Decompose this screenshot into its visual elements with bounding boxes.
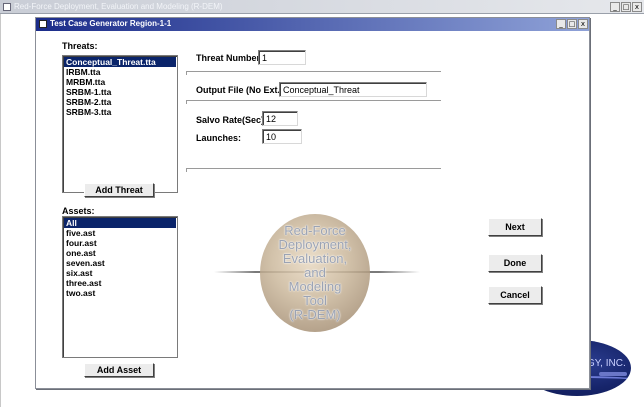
test-case-generator-dialog: Test Case Generator Region-1-1 _ □ x Thr… (35, 17, 590, 389)
threats-label: Threats: (62, 41, 98, 51)
dialog-minimize-button[interactable]: _ (556, 19, 566, 29)
emblem-text-line: Evaluation, (282, 251, 348, 266)
outer-close-button[interactable]: x (632, 2, 642, 12)
cancel-button[interactable]: Cancel (488, 286, 542, 304)
outer-window-title: Red-Force Deployment, Evaluation and Mod… (14, 2, 223, 11)
list-item[interactable]: All (64, 218, 176, 228)
dialog-titlebar[interactable]: Test Case Generator Region-1-1 _ □ x (36, 18, 589, 31)
dialog-app-icon[interactable] (39, 20, 47, 28)
list-item[interactable]: six.ast (64, 268, 176, 278)
assets-label: Assets: (62, 206, 95, 216)
list-item[interactable]: four.ast (64, 238, 176, 248)
dialog-window-controls: _ □ x (556, 19, 588, 29)
threat-number-field[interactable]: 1 (258, 50, 306, 65)
list-item[interactable]: IRBM.tta (64, 67, 176, 77)
salvo-rate-field[interactable]: 12 (262, 111, 298, 126)
emblem-text-line: Red-Force (284, 223, 346, 238)
emblem-text-line: Modeling (288, 279, 342, 294)
outer-titlebar: Red-Force Deployment, Evaluation and Mod… (0, 0, 644, 14)
dialog-maximize-button[interactable]: □ (567, 19, 577, 29)
outer-window-controls: _ □ x (610, 2, 642, 12)
emblem-text-line: Deployment, (278, 237, 352, 252)
list-item[interactable]: five.ast (64, 228, 176, 238)
list-item[interactable]: MRBM.tta (64, 77, 176, 87)
separator-2 (186, 100, 441, 104)
logo-text: GY, INC. (587, 358, 626, 369)
add-threat-button[interactable]: Add Threat (84, 183, 154, 197)
list-item[interactable]: SRBM-1.tta (64, 87, 176, 97)
output-file-label: Output File (No Ext.): (196, 85, 286, 95)
list-item[interactable]: SRBM-2.tta (64, 97, 176, 107)
outer-maximize-button[interactable]: □ (621, 2, 631, 12)
emblem-text-line: Tool (303, 293, 327, 308)
list-item[interactable]: one.ast (64, 248, 176, 258)
emblem-text-line: (R-DEM) (289, 307, 341, 322)
dialog-close-button[interactable]: x (578, 19, 588, 29)
list-item[interactable]: two.ast (64, 288, 176, 298)
list-item[interactable]: seven.ast (64, 258, 176, 268)
next-button[interactable]: Next (488, 218, 542, 236)
threat-number-label: Threat Number: (196, 53, 264, 63)
add-asset-button[interactable]: Add Asset (84, 363, 154, 377)
launches-field[interactable]: 10 (262, 129, 302, 144)
rdem-emblem-text: Red-Force Deployment, Evaluation, and Modeli… (260, 224, 370, 322)
list-item[interactable]: three.ast (64, 278, 176, 288)
threats-listbox[interactable]: Conceptual_Threat.tta IRBM.tta MRBM.tta SRB… (62, 55, 178, 193)
done-button[interactable]: Done (488, 254, 542, 272)
launches-label: Launches: (196, 133, 242, 143)
logo-subtext-mark (599, 372, 627, 376)
outer-minimize-button[interactable]: _ (610, 2, 620, 12)
dialog-title: Test Case Generator Region-1-1 (50, 19, 172, 28)
assets-listbox[interactable]: All five.ast four.ast one.ast seven.ast six.a… (62, 216, 178, 358)
emblem-text-line: and (304, 265, 326, 280)
outer-app-icon[interactable] (3, 3, 11, 11)
salvo-rate-label: Salvo Rate(Sec): (196, 115, 268, 125)
output-file-field[interactable]: Conceptual_Threat (279, 82, 427, 97)
separator-3 (186, 168, 441, 172)
list-item[interactable]: Conceptual_Threat.tta (64, 57, 176, 67)
list-item[interactable]: SRBM-3.tta (64, 107, 176, 117)
separator-1 (186, 71, 441, 75)
